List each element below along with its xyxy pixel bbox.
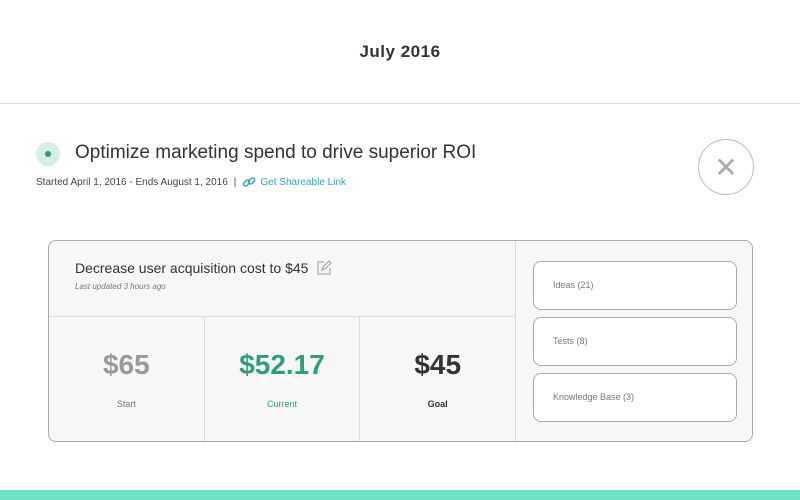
bottom-accent-bar [0, 490, 800, 500]
knowledge-base-button[interactable]: Knowledge Base (3) [533, 373, 737, 422]
status-dot-icon [36, 142, 60, 166]
ideas-button[interactable]: Ideas (21) [533, 261, 737, 310]
close-icon: ✕ [714, 151, 738, 183]
start-label: Start [116, 399, 136, 409]
key-result-header: Decrease user acquisition cost to $45 La… [49, 241, 515, 317]
goal-metric: $45 Goal [360, 317, 515, 441]
header: July 2016 [0, 0, 800, 104]
edit-icon[interactable] [316, 260, 333, 276]
current-label: Current [267, 399, 298, 409]
link-icon [243, 177, 256, 187]
objective-dates: Started April 1, 2016 - Ends August 1, 2… [36, 176, 228, 188]
key-result-card: Decrease user acquisition cost to $45 La… [48, 240, 753, 442]
objective-meta: Started April 1, 2016 - Ends August 1, 2… [36, 175, 346, 189]
current-metric: $52.17 Current [205, 317, 361, 441]
shareable-link-label: Get Shareable Link [260, 176, 347, 188]
key-result-panel: Decrease user acquisition cost to $45 La… [49, 241, 516, 441]
shareable-link[interactable]: Get Shareable Link [242, 175, 346, 189]
current-value: $52.17 [239, 349, 325, 380]
last-updated: Last updated 3 hours ago [75, 282, 166, 291]
start-metric: $65 Start [49, 317, 205, 441]
close-button[interactable]: ✕ [698, 139, 754, 195]
separator: | [233, 176, 237, 188]
related-links: Ideas (21) Tests (8) Knowledge Base (3) [533, 261, 737, 429]
goal-label: Goal [427, 399, 448, 409]
goal-value: $45 [414, 349, 462, 380]
tests-button[interactable]: Tests (8) [533, 317, 737, 366]
key-result-title: Decrease user acquisition cost to $45 [75, 260, 309, 276]
objective-title: Optimize marketing spend to drive superi… [75, 142, 477, 163]
page-title: July 2016 [359, 41, 441, 61]
start-value: $65 [102, 349, 150, 380]
